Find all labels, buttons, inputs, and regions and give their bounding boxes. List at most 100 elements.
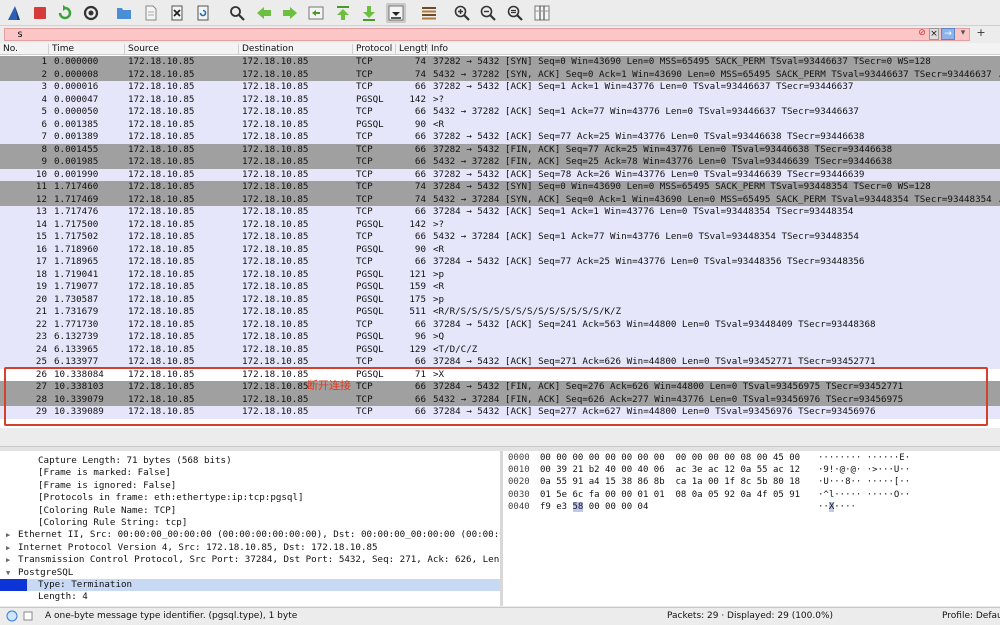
packet-bytes-pane[interactable]: 0000 00 00 00 00 00 00 00 00 00 00 00 00 …	[503, 451, 1000, 606]
packet-row[interactable]: 10 0.001990 172.18.10.85 172.18.10.85 TCP 66 3…	[0, 168, 1000, 181]
packet-number: 1	[41, 56, 47, 67]
packet-row[interactable]: 1 0.000000 172.18.10.85 172.18.10.85 TCP 74 37…	[0, 56, 1000, 69]
hex-bytes[interactable]: 00 00 00 00 00 00 00 00 00 00 00 00 08 0…	[540, 452, 800, 464]
open-file-icon[interactable]	[114, 3, 134, 23]
zoom-normal-icon[interactable]	[505, 3, 525, 23]
column-header-info[interactable]: Info	[427, 44, 448, 55]
packet-row[interactable]: 29 10.339089 172.18.10.85 172.18.10.85 TCP 66…	[0, 406, 1000, 419]
packet-row[interactable]: 14 1.717500 172.18.10.85 172.18.10.85 PGSQL 1…	[0, 218, 1000, 231]
detail-line[interactable]: ▶ Transmission Control Protocol, Src Port…	[0, 554, 500, 566]
column-header-length[interactable]: Length	[395, 44, 427, 55]
find-packet-icon[interactable]	[227, 3, 247, 23]
packet-row[interactable]: 22 1.771730 172.18.10.85 172.18.10.85 TCP 66 3…	[0, 318, 1000, 331]
filter-bookmark-icon[interactable]: ×	[929, 28, 939, 40]
detail-line[interactable]: [Coloring Rule Name: TCP]	[0, 505, 500, 517]
packet-row[interactable]: 17 1.718965 172.18.10.85 172.18.10.85 TCP 66 3…	[0, 256, 1000, 269]
packet-row[interactable]: 13 1.717476 172.18.10.85 172.18.10.85 TCP 66 3…	[0, 206, 1000, 219]
detail-line[interactable]: [Coloring Rule String: tcp]	[0, 517, 500, 529]
column-header-source[interactable]: Source	[124, 44, 159, 55]
hex-bytes[interactable]: f9 e3 58 00 00 00 04	[540, 501, 648, 513]
ascii-bytes[interactable]: ········ ······E·	[818, 452, 910, 464]
colorize-icon[interactable]	[419, 3, 439, 23]
stop-capture-icon[interactable]	[30, 3, 50, 23]
reload-file-icon[interactable]	[193, 3, 213, 23]
filter-dropdown-icon[interactable]: ▾	[958, 28, 968, 40]
go-first-icon[interactable]	[333, 3, 353, 23]
packet-row[interactable]: 26 10.338084 172.18.10.85 172.18.10.85 PGSQL…	[0, 368, 1000, 381]
apply-filter-icon[interactable]: →	[941, 28, 955, 40]
packet-row[interactable]: 27 10.338103 172.18.10.85 172.18.10.85 TCP 66…	[0, 381, 1000, 394]
hex-bytes[interactable]: 01 5e 6c fa 00 00 01 01 08 0a 05 92 0a 4…	[540, 489, 800, 501]
ascii-bytes[interactable]: ·^l····· ·····O··	[818, 489, 910, 501]
save-file-icon[interactable]	[141, 3, 161, 23]
packet-row[interactable]: 28 10.339079 172.18.10.85 172.18.10.85 TCP 66…	[0, 393, 1000, 406]
go-forward-icon[interactable]	[280, 3, 300, 23]
clear-filter-icon[interactable]: ⊘	[916, 28, 928, 40]
packet-list[interactable]: No. Time Source Destination Protocol Len…	[0, 43, 1000, 428]
packet-row[interactable]: 23 6.132739 172.18.10.85 172.18.10.85 PGSQL 9…	[0, 331, 1000, 344]
add-filter-button[interactable]: +	[976, 27, 986, 40]
packet-row[interactable]: 5 0.000050 172.18.10.85 172.18.10.85 TCP 66 54…	[0, 106, 1000, 119]
hex-bytes[interactable]: 00 39 21 b2 40 00 40 06 ac 3e ac 12 0a 5…	[540, 464, 800, 476]
go-back-icon[interactable]	[254, 3, 274, 23]
packet-row[interactable]: 16 1.718960 172.18.10.85 172.18.10.85 PGSQL 9…	[0, 243, 1000, 256]
detail-line[interactable]: Length: 4	[0, 591, 500, 603]
detail-line[interactable]: ▼ PostgreSQL	[0, 567, 500, 579]
detail-line[interactable]: [Frame is ignored: False]	[0, 480, 500, 492]
display-filter-input[interactable]: s	[4, 28, 970, 41]
column-header-protocol[interactable]: Protocol	[352, 44, 392, 55]
packet-details-pane[interactable]: Capture Length: 71 bytes (568 bits) [Fram…	[0, 451, 500, 606]
hex-bytes[interactable]: 0a 55 91 a4 15 38 86 8b ca 1a 00 1f 8c 5…	[540, 476, 800, 488]
packet-row[interactable]: 15 1.717502 172.18.10.85 172.18.10.85 TCP 66 5…	[0, 231, 1000, 244]
collapsed-arrow-icon[interactable]: ▶	[6, 529, 14, 541]
detail-line[interactable]: ▶ Internet Protocol Version 4, Src: 172.1…	[0, 542, 500, 554]
ascii-bytes[interactable]: ··X····	[818, 501, 856, 513]
column-header-time[interactable]: Time	[48, 44, 74, 55]
column-header-destination[interactable]: Destination	[238, 44, 294, 55]
collapsed-arrow-icon[interactable]: ▶	[6, 554, 14, 566]
detail-line[interactable]: [Frame is marked: False]	[0, 467, 500, 479]
packet-row[interactable]: 6 0.001385 172.18.10.85 172.18.10.85 PGSQL 90…	[0, 118, 1000, 131]
restart-capture-icon[interactable]	[55, 3, 75, 23]
packet-row[interactable]: 11 1.717460 172.18.10.85 172.18.10.85 TCP 74 3…	[0, 181, 1000, 194]
close-file-icon[interactable]	[167, 3, 187, 23]
packet-time: 1.717460	[54, 181, 99, 192]
packet-row[interactable]: 8 0.001455 172.18.10.85 172.18.10.85 TCP 66 37…	[0, 143, 1000, 156]
autoscroll-icon[interactable]	[386, 3, 406, 23]
packet-row[interactable]: 3 0.000016 172.18.10.85 172.18.10.85 TCP 66 37…	[0, 81, 1000, 94]
go-last-icon[interactable]	[359, 3, 379, 23]
zoom-in-icon[interactable]	[452, 3, 472, 23]
ascii-bytes[interactable]: ·9!·@·@· ·>···U··	[818, 464, 910, 476]
collapsed-arrow-icon[interactable]: ▶	[6, 542, 14, 554]
ascii-bytes[interactable]: ·U···8·· ·····[··	[818, 476, 910, 488]
capture-comment-icon[interactable]	[22, 610, 34, 625]
packet-row[interactable]: 4 0.000047 172.18.10.85 172.18.10.85 PGSQL 14…	[0, 93, 1000, 106]
detail-line[interactable]: [Protocols in frame: eth:ethertype:ip:tc…	[0, 492, 500, 504]
packet-row[interactable]: 18 1.719041 172.18.10.85 172.18.10.85 PGSQL 1…	[0, 268, 1000, 281]
detail-line[interactable]: Type: Termination	[0, 579, 500, 592]
packet-row[interactable]: 2 0.000008 172.18.10.85 172.18.10.85 TCP 74 54…	[0, 68, 1000, 81]
shark-fin-icon[interactable]	[4, 3, 24, 23]
packet-row[interactable]: 9 0.001985 172.18.10.85 172.18.10.85 TCP 66 54…	[0, 156, 1000, 169]
packet-row[interactable]: 24 6.133965 172.18.10.85 172.18.10.85 PGSQL 1…	[0, 343, 1000, 356]
expert-info-icon[interactable]	[6, 610, 18, 625]
packet-row[interactable]: 12 1.717469 172.18.10.85 172.18.10.85 TCP 74 5…	[0, 193, 1000, 206]
packet-row[interactable]: 19 1.719077 172.18.10.85 172.18.10.85 PGSQL 1…	[0, 281, 1000, 294]
resize-columns-icon[interactable]	[532, 3, 552, 23]
detail-line[interactable]: ▶ Ethernet II, Src: 00:00:00_00:00:00 (00…	[0, 529, 500, 541]
packet-row[interactable]: 25 6.133977 172.18.10.85 172.18.10.85 TCP 66 3…	[0, 356, 1000, 369]
packet-row[interactable]: 21 1.731679 172.18.10.85 172.18.10.85 PGSQL 5…	[0, 306, 1000, 319]
packet-number: 10	[35, 168, 47, 180]
column-header-no[interactable]: No.	[0, 44, 18, 55]
packet-row[interactable]: 7 0.001389 172.18.10.85 172.18.10.85 TCP 66 37…	[0, 131, 1000, 144]
packet-length: 121	[409, 268, 426, 280]
capture-options-icon[interactable]	[81, 3, 101, 23]
expanded-arrow-icon[interactable]: ▼	[6, 567, 14, 579]
status-profile[interactable]: Profile: Default	[942, 611, 1000, 621]
go-to-packet-icon[interactable]	[306, 3, 326, 23]
zoom-out-icon[interactable]	[478, 3, 498, 23]
packet-row[interactable]: 20 1.730587 172.18.10.85 172.18.10.85 PGSQL 1…	[0, 293, 1000, 306]
detail-line[interactable]: Capture Length: 71 bytes (568 bits)	[0, 455, 500, 467]
packet-number: 21	[35, 306, 47, 317]
packet-length: 66	[414, 381, 426, 392]
